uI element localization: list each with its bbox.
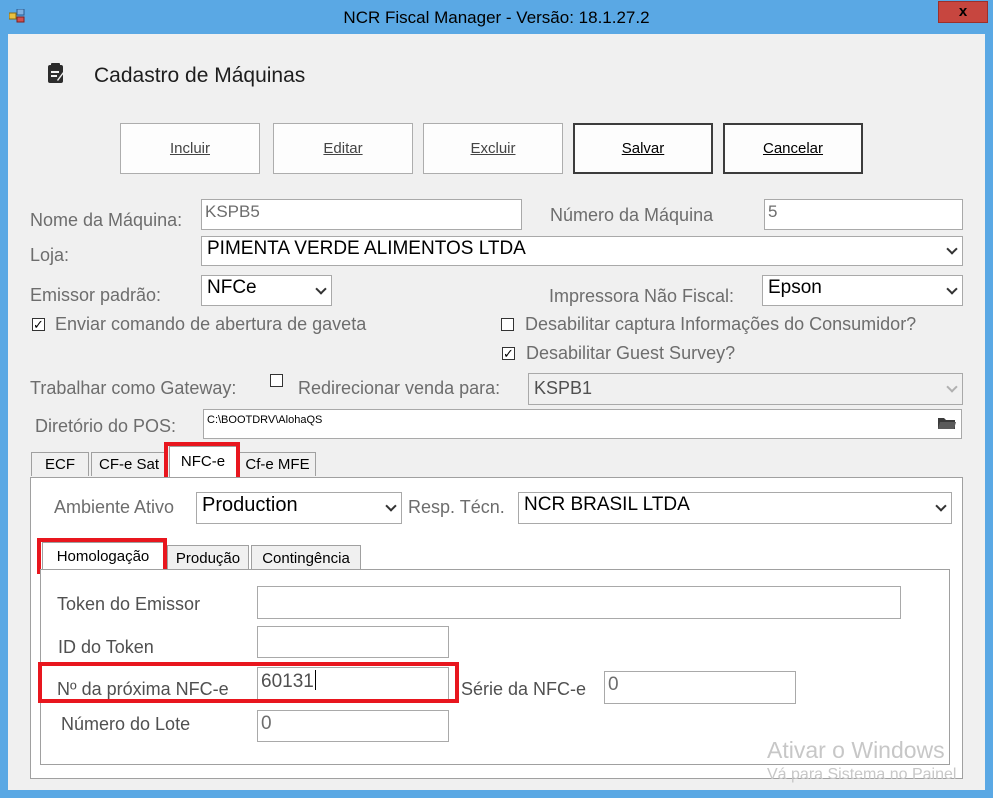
diretorio-field[interactable]: C:\BOOTDRV\AlohaQS (203, 409, 962, 439)
chevron-down-icon (935, 500, 947, 512)
chevron-down-icon (946, 282, 958, 295)
chevron-down-icon (315, 282, 327, 295)
numero-maquina-field[interactable]: 5 (764, 199, 963, 230)
salvar-label: Salvar (621, 140, 665, 157)
app-window: NCR Fiscal Manager - Versão: 18.1.27.2 x… (0, 0, 993, 798)
incluir-button[interactable]: Incluir (120, 123, 260, 174)
diretorio-label: Diretório do POS: (35, 416, 177, 436)
chevron-down-icon (946, 243, 958, 255)
highlight-box (164, 442, 240, 482)
ambiente-select[interactable]: Production (196, 492, 402, 524)
lote-field[interactable]: 0 (257, 710, 449, 742)
serie-label: Série da NFC-e (461, 679, 587, 699)
id-token-label: ID do Token (58, 637, 154, 657)
ambiente-value: Production (202, 494, 298, 516)
emissor-value: NFCe (207, 277, 257, 298)
subtab-producao[interactable]: Produção (167, 545, 249, 570)
tab-ecf[interactable]: ECF (31, 452, 89, 476)
tab-cfe-mfe[interactable]: Cf-e MFE (239, 452, 316, 476)
excluir-label: Excluir (470, 140, 516, 157)
impressora-label: Impressora Não Fiscal: (549, 286, 735, 306)
activation-watermark-title: Ativar o Windows (767, 737, 945, 763)
redirecionar-value: KSPB1 (534, 378, 593, 398)
subtab-contingencia[interactable]: Contingência (251, 545, 361, 570)
resp-value: NCR BRASIL LTDA (524, 494, 690, 515)
editar-label: Editar (323, 140, 363, 157)
highlight-box (38, 662, 459, 703)
ambiente-label: Ambiente Ativo (54, 497, 175, 517)
form-title: Cadastro de Máquinas (94, 64, 306, 87)
id-token-field[interactable] (257, 626, 449, 658)
gateway-label: Trabalhar como Gateway: (30, 378, 237, 398)
window-title: NCR Fiscal Manager - Versão: 18.1.27.2 (343, 8, 650, 27)
folder-icon[interactable] (937, 415, 957, 431)
redirecionar-label: Redirecionar venda para: (298, 378, 501, 398)
enviar-gaveta-label: Enviar comando de abertura de gaveta (55, 314, 367, 334)
nome-maquina-label: Nome da Máquina: (30, 210, 183, 230)
serie-field[interactable]: 0 (604, 671, 796, 704)
emissor-select[interactable]: NFCe (201, 275, 332, 306)
redirecionar-select[interactable]: KSPB1 (528, 373, 963, 405)
resp-label: Resp. Técn. (408, 497, 505, 517)
resp-select[interactable]: NCR BRASIL LTDA (518, 492, 952, 524)
desab-captura-label: Desabilitar captura Informações do Consu… (525, 314, 917, 334)
impressora-value: Epson (768, 277, 822, 298)
title-bar[interactable]: NCR Fiscal Manager - Versão: 18.1.27.2 x (0, 0, 993, 34)
excluir-button[interactable]: Excluir (423, 123, 563, 174)
nome-maquina-field[interactable]: KSPB5 (201, 199, 522, 230)
gateway-checkbox[interactable] (270, 374, 283, 387)
chevron-down-icon (385, 500, 397, 512)
tab-cfe-sat[interactable]: CF-e Sat (91, 452, 166, 476)
numero-maquina-label: Número da Máquina (550, 205, 714, 225)
loja-select[interactable]: PIMENTA VERDE ALIMENTOS LTDA (201, 236, 963, 266)
cancelar-label: Cancelar (762, 140, 824, 157)
token-emissor-field[interactable] (257, 586, 901, 619)
loja-value: PIMENTA VERDE ALIMENTOS LTDA (207, 238, 526, 259)
close-button[interactable]: x (938, 1, 988, 23)
desab-guest-label: Desabilitar Guest Survey? (526, 343, 736, 363)
token-emissor-label: Token do Emissor (57, 594, 201, 614)
cancelar-button[interactable]: Cancelar (723, 123, 863, 174)
loja-label: Loja: (30, 245, 70, 265)
form-edit-icon (48, 63, 64, 83)
lote-label: Número do Lote (61, 714, 191, 734)
desab-captura-checkbox[interactable] (501, 318, 514, 331)
activation-watermark-subtitle: Vá para Sistema no Painel (767, 766, 957, 783)
enviar-gaveta-checkbox[interactable]: ✓ (32, 318, 45, 331)
incluir-label: Incluir (169, 140, 210, 157)
chevron-down-icon (946, 381, 958, 393)
impressora-select[interactable]: Epson (762, 275, 963, 306)
editar-button[interactable]: Editar (273, 123, 413, 174)
desab-guest-checkbox[interactable]: ✓ (502, 347, 515, 360)
emissor-label: Emissor padrão: (30, 285, 162, 305)
salvar-button[interactable]: Salvar (573, 123, 713, 174)
